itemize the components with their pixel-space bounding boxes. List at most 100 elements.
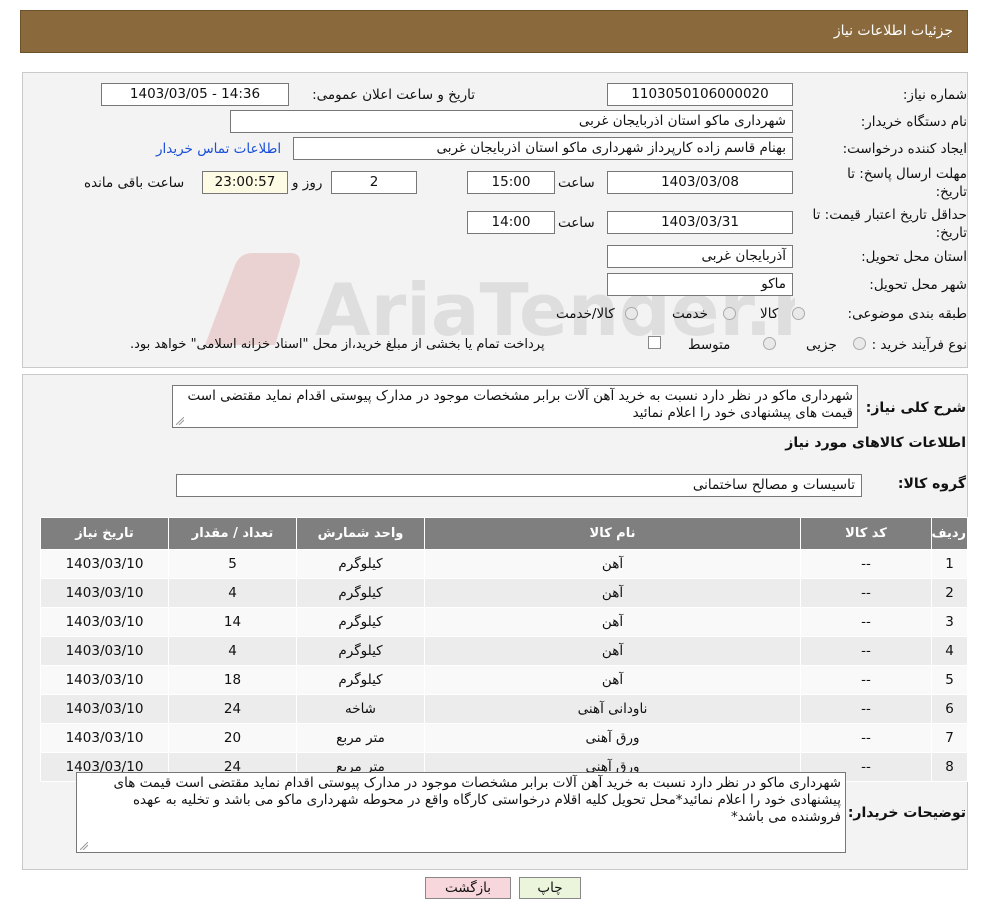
days-label: روز و (292, 175, 323, 191)
cell-quantity: 24 (168, 694, 297, 724)
validity-date-field: 1403/03/31 (607, 211, 793, 234)
cell-unit: کیلوگرم (296, 549, 425, 579)
province-field: آذربایجان غربی (607, 245, 793, 268)
city-field: ماکو (607, 273, 793, 296)
days-field: 2 (331, 171, 417, 194)
category-goods-label: کالا (760, 306, 779, 322)
announce-label: تاریخ و ساعت اعلان عمومی: (312, 87, 475, 103)
table-row: 3 -- آهن کیلوگرم 14 1403/03/10 (40, 607, 968, 637)
buyer-field: شهرداری ماکو استان اذربایجان غربی (230, 110, 793, 133)
cell-item-code: -- (800, 694, 932, 724)
validity-time-field: 14:00 (467, 211, 555, 234)
category-goods-service-label: کالا/خدمت (556, 306, 615, 322)
need-number-field: 1103050106000020 (607, 83, 793, 106)
announce-field: 1403/03/05 - 14:36 (101, 83, 289, 106)
col-item-name: نام کالا (424, 517, 801, 550)
cell-need-date: 1403/03/10 (40, 665, 169, 695)
category-goods-radio[interactable] (792, 307, 805, 320)
resize-grip-icon[interactable] (176, 417, 184, 425)
cell-unit: کیلوگرم (296, 578, 425, 608)
cell-unit: شاخه (296, 694, 425, 724)
summary-label: شرح کلی نیاز: (865, 400, 966, 416)
cell-item-code: -- (800, 723, 932, 753)
cell-row-number: 3 (931, 607, 968, 637)
cell-need-date: 1403/03/10 (40, 636, 169, 666)
validity-time-label: ساعت (558, 215, 595, 231)
cell-row-number: 6 (931, 694, 968, 724)
goods-group-field: تاسیسات و مصالح ساختمانی (176, 474, 862, 497)
category-goods-service-radio[interactable] (625, 307, 638, 320)
cell-item-name: آهن (424, 636, 801, 666)
cell-unit: کیلوگرم (296, 636, 425, 666)
cell-row-number: 5 (931, 665, 968, 695)
cell-row-number: 1 (931, 549, 968, 579)
cell-need-date: 1403/03/10 (40, 694, 169, 724)
cell-quantity: 5 (168, 549, 297, 579)
goods-group-label: گروه کالا: (897, 476, 966, 492)
page-header: جزئیات اطلاعات نیاز (20, 10, 968, 53)
validity-label: حداقل تاریخ اعتبار قیمت: تا (812, 207, 967, 223)
table-row: 4 -- آهن کیلوگرم 4 1403/03/10 (40, 636, 968, 666)
cell-row-number: 8 (931, 752, 968, 782)
cell-unit: کیلوگرم (296, 607, 425, 637)
cell-row-number: 7 (931, 723, 968, 753)
cell-item-name: آهن (424, 665, 801, 695)
cell-unit: متر مربع (296, 723, 425, 753)
table-row: 2 -- آهن کیلوگرم 4 1403/03/10 (40, 578, 968, 608)
table-row: 6 -- ناودانی آهنی شاخه 24 1403/03/10 (40, 694, 968, 724)
cell-need-date: 1403/03/10 (40, 607, 169, 637)
buyer-notes-text: شهرداری ماکو در نظر دارد نسبت به خرید آه… (113, 775, 841, 825)
cell-item-code: -- (800, 607, 932, 637)
page-title: جزئیات اطلاعات نیاز (833, 23, 953, 39)
cell-item-name: آهن (424, 549, 801, 579)
cell-quantity: 20 (168, 723, 297, 753)
print-button[interactable]: چاپ (519, 877, 581, 899)
cell-item-name: ورق آهنی (424, 723, 801, 753)
deadline-date-field: 1403/03/08 (607, 171, 793, 194)
goods-table: ردیف کد کالا نام کالا واحد شمارش تعداد /… (40, 517, 968, 782)
cell-item-code: -- (800, 578, 932, 608)
remaining-label: ساعت باقی مانده (84, 175, 185, 191)
process-minor-radio[interactable] (853, 337, 866, 350)
process-label: نوع فرآیند خرید : (871, 337, 967, 353)
cell-item-code: -- (800, 549, 932, 579)
creator-field: بهنام قاسم زاده کارپرداز شهرداری ماکو اس… (293, 137, 793, 160)
table-row: 5 -- آهن کیلوگرم 18 1403/03/10 (40, 665, 968, 695)
category-service-radio[interactable] (723, 307, 736, 320)
back-button[interactable]: بازگشت (425, 877, 511, 899)
cell-quantity: 4 (168, 578, 297, 608)
treasury-checkbox[interactable] (648, 336, 661, 349)
city-label: شهر محل تحویل: (869, 277, 967, 293)
cell-item-code: -- (800, 665, 932, 695)
cell-need-date: 1403/03/10 (40, 578, 169, 608)
cell-unit: کیلوگرم (296, 665, 425, 695)
creator-label: ایجاد کننده درخواست: (842, 141, 967, 157)
goods-info-title: اطلاعات کالاهای مورد نیاز (785, 435, 966, 451)
buyer-contact-link[interactable]: اطلاعات تماس خریدار (156, 141, 281, 157)
table-row: 7 -- ورق آهنی متر مربع 20 1403/03/10 (40, 723, 968, 753)
col-row-number: ردیف (931, 517, 968, 550)
remaining-time-field: 23:00:57 (202, 171, 288, 194)
process-medium-label: متوسط (688, 337, 731, 353)
resize-grip-icon[interactable] (80, 842, 88, 850)
treasury-note: پرداخت تمام یا بخشی از مبلغ خرید،از محل … (130, 337, 545, 352)
process-medium-radio[interactable] (763, 337, 776, 350)
deadline-label: مهلت ارسال پاسخ: تا (847, 166, 967, 182)
col-unit: واحد شمارش (296, 517, 425, 550)
buyer-notes-textarea[interactable]: شهرداری ماکو در نظر دارد نسبت به خرید آه… (76, 772, 846, 853)
cell-need-date: 1403/03/10 (40, 549, 169, 579)
buyer-label: نام دستگاه خریدار: (860, 114, 967, 130)
buyer-notes-label: توضیحات خریدار: (847, 805, 966, 821)
cell-quantity: 14 (168, 607, 297, 637)
cell-row-number: 2 (931, 578, 968, 608)
category-label: طبقه بندی موضوعی: (847, 306, 967, 322)
summary-text: شهرداری ماکو در نظر دارد نسبت به خرید آه… (187, 388, 853, 421)
cell-row-number: 4 (931, 636, 968, 666)
table-header-row: ردیف کد کالا نام کالا واحد شمارش تعداد /… (40, 517, 968, 550)
province-label: استان محل تحویل: (861, 249, 967, 265)
cell-quantity: 4 (168, 636, 297, 666)
category-service-label: خدمت (672, 306, 708, 322)
deadline-time-field: 15:00 (467, 171, 555, 194)
summary-textarea[interactable]: شهرداری ماکو در نظر دارد نسبت به خرید آه… (172, 385, 858, 428)
process-minor-label: جزیی (806, 337, 837, 353)
